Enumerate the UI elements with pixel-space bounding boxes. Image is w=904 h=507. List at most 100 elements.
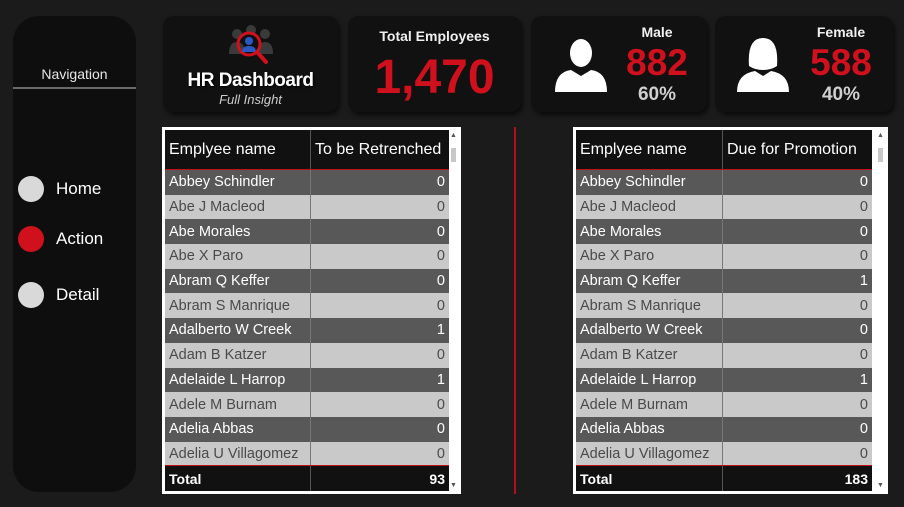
scroll-up-icon[interactable]: ▲ (876, 132, 885, 139)
table-row[interactable]: Abe X Paro 0 (576, 244, 872, 269)
promotion-col-name[interactable]: Emplyee name (576, 130, 722, 169)
promotion-col-value[interactable]: Due for Promotion (722, 130, 872, 169)
table-row[interactable]: Abe J Macleod 0 (165, 194, 449, 220)
nav-label-action: Action (56, 229, 104, 248)
scroll-up-icon[interactable]: ▲ (449, 132, 458, 139)
table-row[interactable]: Abe Morales 0 (576, 219, 872, 245)
flag-value-cell: 0 (310, 392, 449, 417)
employee-name-cell: Abram S Manrique (580, 297, 701, 314)
employee-name-cell: Adelia Abbas (580, 421, 665, 438)
flag-value-cell: 0 (722, 194, 872, 220)
employee-name-cell: Abe J Macleod (580, 199, 676, 216)
promotion-total-value: 183 (722, 466, 872, 491)
table-row[interactable]: Abe J Macleod 0 (576, 194, 872, 220)
employee-name-cell: Adelia U Villagomez (169, 445, 299, 462)
table-row[interactable]: Adelia Abbas 0 (165, 416, 449, 442)
nav-dot-detail[interactable] (18, 282, 44, 308)
retrench-col-name[interactable]: Emplyee name (165, 130, 310, 169)
table-row[interactable]: Adelia U Villagomez 0 (165, 441, 449, 467)
table-row[interactable]: Adelaide L Harrop 1 (165, 367, 449, 393)
flag-value-cell: 0 (722, 170, 872, 195)
employee-name-cell: Abbey Schindler (169, 174, 275, 191)
male-card: Male 882 60% (531, 16, 707, 112)
flag-value-cell: 0 (722, 342, 872, 368)
nav-label-home: Home (56, 179, 102, 198)
promotion-table-total: Total 183 (576, 465, 872, 491)
logo-title: HR Dashboard (187, 70, 314, 91)
retrench-table-total: Total 93 (165, 465, 449, 491)
female-card: Female 588 40% (715, 16, 893, 112)
employee-name-cell: Adele M Burnam (580, 396, 688, 413)
employee-name-cell: Adalberto W Creek (580, 322, 703, 339)
employee-name-cell: Adele M Burnam (169, 396, 277, 413)
logo-subtitle: Full Insight (219, 92, 282, 107)
table-row[interactable]: Abram Q Keffer 1 (576, 268, 872, 294)
male-person-icon (555, 39, 607, 92)
flag-value-cell: 0 (722, 318, 872, 343)
flag-value-cell: 1 (722, 367, 872, 393)
table-row[interactable]: Abram Q Keffer 0 (165, 268, 449, 294)
table-row[interactable]: Adele M Burnam 0 (576, 392, 872, 417)
section-divider (514, 127, 516, 494)
flag-value-cell: 0 (310, 194, 449, 220)
employee-name-cell: Abram S Manrique (169, 297, 290, 314)
table-row[interactable]: Abram S Manrique 0 (576, 293, 872, 319)
female-label: Female (816, 24, 866, 40)
promotion-total-label: Total (580, 470, 613, 487)
promotion-scrollbar[interactable]: ▲ ▼ (876, 130, 885, 491)
navigation-title: Navigation (13, 66, 136, 89)
male-label: Male (641, 24, 673, 40)
table-row[interactable]: Abbey Schindler 0 (576, 170, 872, 195)
employee-name-cell: Adelaide L Harrop (580, 371, 697, 388)
table-row[interactable]: Adam B Katzer 0 (165, 342, 449, 368)
employee-name-cell: Abbey Schindler (580, 174, 686, 191)
table-row[interactable]: Adelia Abbas 0 (576, 416, 872, 442)
employee-name-cell: Abe J Macleod (169, 199, 265, 216)
navigation-panel: Navigation Home Action Detail (13, 16, 136, 492)
nav-item-detail[interactable]: Detail (18, 282, 99, 308)
female-percent: 40% (821, 84, 861, 105)
nav-dot-action[interactable] (18, 226, 44, 252)
table-row[interactable]: Adelia U Villagomez 0 (576, 441, 872, 467)
table-row[interactable]: Adalberto W Creek 0 (576, 318, 872, 343)
table-row[interactable]: Adalberto W Creek 1 (165, 318, 449, 343)
male-percent: 60% (637, 84, 677, 105)
scroll-thumb[interactable] (878, 148, 883, 162)
female-value: 588 (810, 42, 872, 83)
flag-value-cell: 0 (310, 268, 449, 294)
nav-item-home[interactable]: Home (18, 176, 101, 202)
table-row[interactable]: Adam B Katzer 0 (576, 342, 872, 368)
total-employees-label: Total Employees (379, 28, 490, 44)
total-employees-card: Total Employees 1,470 (348, 16, 521, 112)
flag-value-cell: 1 (722, 268, 872, 294)
employee-name-cell: Adam B Katzer (169, 347, 267, 364)
retrench-scrollbar[interactable]: ▲ ▼ (449, 130, 458, 491)
promotion-table: Emplyee name Due for Promotion Abbey Sch… (573, 127, 888, 494)
total-employees-value: 1,470 (374, 51, 495, 104)
flag-value-cell: 0 (310, 416, 449, 442)
scroll-down-icon[interactable]: ▼ (876, 482, 885, 489)
employee-name-cell: Adalberto W Creek (169, 322, 292, 339)
table-row[interactable]: Abe X Paro 0 (165, 244, 449, 269)
retrench-col-value[interactable]: To be Retrenched (310, 130, 449, 169)
employee-name-cell: Abe X Paro (169, 248, 244, 265)
employee-name-cell: Abe Morales (580, 223, 662, 240)
scroll-down-icon[interactable]: ▼ (449, 482, 458, 489)
table-row[interactable]: Abbey Schindler 0 (165, 170, 449, 195)
table-row[interactable]: Abe Morales 0 (165, 219, 449, 245)
flag-value-cell: 1 (310, 318, 449, 343)
promotion-table-body: Abbey Schindler 0 Abe J Macleod 0 Abe Morale… (576, 170, 872, 467)
flag-value-cell: 0 (310, 441, 449, 467)
flag-value-cell: 0 (722, 293, 872, 319)
table-row[interactable]: Adelaide L Harrop 1 (576, 367, 872, 393)
table-row[interactable]: Abram S Manrique 0 (165, 293, 449, 319)
flag-value-cell: 1 (310, 367, 449, 393)
table-row[interactable]: Adele M Burnam 0 (165, 392, 449, 417)
employee-name-cell: Adelia Abbas (169, 421, 254, 438)
nav-item-action[interactable]: Action (18, 226, 103, 252)
scroll-thumb[interactable] (451, 148, 456, 162)
retrench-total-value: 93 (310, 466, 449, 491)
nav-dot-home[interactable] (18, 176, 44, 202)
flag-value-cell: 0 (310, 342, 449, 368)
promotion-table-header: Emplyee name Due for Promotion (576, 130, 872, 170)
